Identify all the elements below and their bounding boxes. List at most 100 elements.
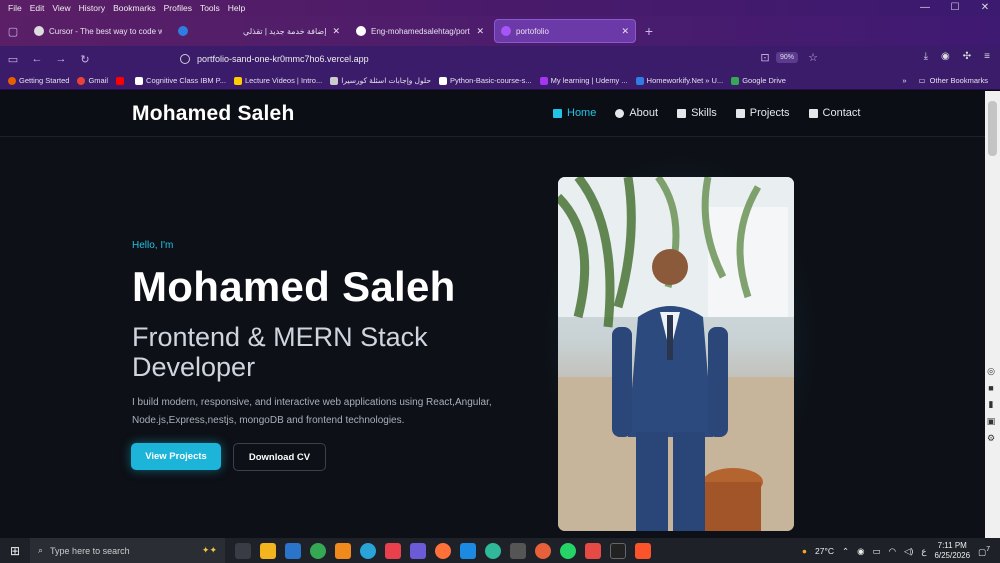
chrome-icon[interactable] [310,542,326,559]
menu-view[interactable]: View [52,3,70,13]
bookmark-getting-started[interactable]: Getting Started [8,76,69,85]
record-icon[interactable]: ◉ [857,546,864,557]
input-language[interactable]: ع [921,546,926,557]
edge-icon[interactable] [485,542,501,559]
menu-history[interactable]: History [79,3,105,13]
teams-icon[interactable] [410,542,426,559]
weather-sun-icon[interactable]: ● [802,546,807,556]
firefox-icon[interactable] [435,542,451,559]
settings-gear-icon[interactable]: ⚙ [987,433,995,444]
tab-overview-icon[interactable]: ▢ [2,25,24,38]
terminal-icon[interactable] [610,542,626,559]
notifications-icon[interactable]: ▢7 [978,545,990,558]
taskbar-search[interactable]: ⌕ Type here to search ✦✦ [30,538,225,563]
url-bar[interactable]: portfolio-sand-one-kr0mmc7ho6.vercel.app [180,50,830,68]
close-window-icon[interactable]: ✕ [970,0,1000,16]
microphone-icon[interactable]: ▮ [989,399,994,410]
close-tab-icon[interactable]: ✕ [476,26,484,37]
video-icon[interactable]: ■ [988,383,993,393]
task-view-icon[interactable] [235,542,251,559]
download-cv-button[interactable]: Download CV [233,443,326,471]
chatgpt-icon[interactable] [510,542,526,559]
bookmark-udemy[interactable]: My learning | Udemy ... [539,76,628,85]
bookmark-coursera-answers[interactable]: حلول وإجابات اسئلة كورسيرا [330,76,431,85]
copilot-sparkle-icon[interactable]: ✦✦ [202,545,217,556]
bookmark-lecture-videos[interactable]: Lecture Videos | Intro... [233,76,322,85]
battery-icon[interactable]: ▭ [873,546,881,557]
clock-time: 7:11 PM [937,541,967,550]
page-scrollbar[interactable] [985,91,1000,538]
mail-icon[interactable] [285,542,301,559]
tab-blank[interactable] [172,19,212,43]
nav-skills[interactable]: Skills [677,107,717,119]
back-icon[interactable]: ← [26,53,48,65]
other-bookmarks[interactable]: » ▭ Other Bookmarks [902,76,988,85]
menu-profiles[interactable]: Profiles [164,3,192,13]
whatsapp-icon[interactable] [560,542,576,559]
nav-home[interactable]: Home [553,107,596,119]
minimize-icon[interactable]: — [910,0,940,16]
camera-icon[interactable]: ◎ [987,366,995,377]
menu-file[interactable]: File [8,3,22,13]
scrollbar-thumb[interactable] [988,101,997,156]
zoom-level[interactable]: 90% [776,52,799,63]
reload-icon[interactable]: ↻ [74,53,96,66]
system-tray: ● 27°C ⌃ ◉ ▭ ◠ ◁) ع 7:11 PM 6/25/2026 ▢7 [802,541,990,561]
site-brand[interactable]: Mohamed Saleh [132,102,294,126]
forward-icon[interactable]: → [50,53,72,65]
bookmark-python-basic[interactable]: Python-Basic-course-s... [438,76,532,85]
menu-help[interactable]: Help [228,3,245,13]
account-icon[interactable]: ◉ [941,51,950,62]
menu-bookmarks[interactable]: Bookmarks [113,3,156,13]
bookmark-homeworkify[interactable]: Homeworkify.Net » U... [635,76,724,85]
vlc-icon[interactable] [335,542,351,559]
telegram-icon[interactable] [360,542,376,559]
tab-label: portofolio [516,26,549,36]
bookmark-cognitive-class[interactable]: Cognitive Class IBM P... [135,76,226,85]
menu-edit[interactable]: Edit [30,3,45,13]
brave-icon[interactable] [635,542,651,559]
screenshot-icon[interactable]: ⊡ [754,51,776,64]
site-info-icon[interactable] [180,54,190,64]
menu-tools[interactable]: Tools [200,3,220,13]
new-tab-icon[interactable]: + [638,23,660,39]
vscode-icon[interactable] [460,542,476,559]
portfolio-page: Mohamed Saleh Home About Skills Projects… [0,91,985,538]
chevron-up-icon[interactable]: ⌃ [842,546,849,557]
bookmark-label: Getting Started [19,76,70,85]
tab-arabic[interactable]: إضافة خدمة جديد | تقذلي ✕ [216,19,346,43]
bookmark-star-icon[interactable]: ☆ [802,51,824,64]
view-projects-button[interactable]: View Projects [131,443,221,470]
taskbar-clock[interactable]: 7:11 PM 6/25/2026 [934,541,970,561]
tab-portfolio[interactable]: portofolio ✕ [494,19,636,43]
tab-cursor[interactable]: Cursor - The best way to code w [28,19,168,43]
nav-about[interactable]: About [615,107,658,119]
maximize-icon[interactable]: ☐ [940,0,970,16]
google-icon [77,76,86,85]
close-tab-icon[interactable]: ✕ [332,26,340,37]
window-icon[interactable]: ▣ [987,416,996,427]
nav-projects[interactable]: Projects [735,107,790,119]
menu-icon[interactable]: ≡ [984,51,990,62]
nav-contact[interactable]: Contact [808,107,860,119]
downloads-icon[interactable]: ⤓ [924,51,928,62]
figma-icon[interactable] [385,542,401,559]
close-tab-icon[interactable]: ✕ [621,26,629,37]
windows-start-icon[interactable]: ⊞ [0,544,30,558]
app-grid-icon[interactable] [585,542,601,559]
bookmark-gmail[interactable]: Gmail [77,76,108,85]
chevron-double-right-icon[interactable]: » [902,76,906,85]
wifi-icon[interactable]: ◠ [889,546,896,557]
other-bookmarks-label: Other Bookmarks [929,76,988,85]
sidebar-toggle-icon[interactable]: ▭ [2,53,24,66]
weather-temp[interactable]: 27°C [815,546,834,556]
bookmark-google-drive[interactable]: Google Drive [731,76,786,85]
bookmark-youtube[interactable] [116,76,127,85]
file-explorer-icon[interactable] [260,542,276,559]
volume-icon[interactable]: ◁) [904,546,913,557]
profile-photo-illustration [558,177,794,531]
tab-github[interactable]: Eng-mohamedsalehtag/portfoli ✕ [350,19,490,43]
claude-icon[interactable] [535,542,551,559]
bookmark-label: Homeworkify.Net » U... [646,76,724,85]
extensions-icon[interactable]: ✣ [963,51,971,62]
